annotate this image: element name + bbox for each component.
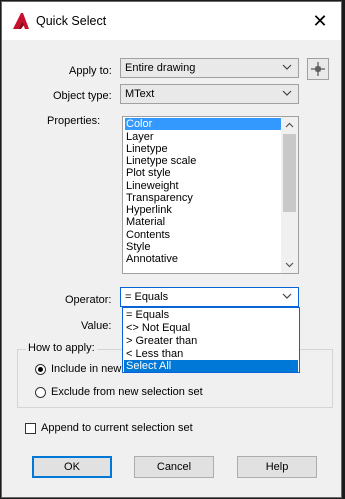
scrollbar-thumb[interactable] — [283, 134, 296, 212]
title-bar: Quick Select ✕ — [2, 2, 341, 40]
autocad-a-icon — [13, 13, 29, 29]
property-item-color[interactable]: Color — [125, 118, 281, 130]
append-checkbox[interactable] — [25, 423, 36, 434]
append-label[interactable]: Append to current selection set — [41, 422, 193, 434]
chevron-up-icon[interactable] — [285, 121, 294, 130]
operator-dropdown-list[interactable]: = Equals <> Not Equal > Greater than < L… — [122, 307, 300, 373]
help-button[interactable]: Help — [237, 456, 317, 478]
properties-label: Properties: — [47, 115, 101, 127]
property-item-annotative[interactable]: Annotative — [125, 253, 281, 265]
cancel-button[interactable]: Cancel — [134, 456, 214, 478]
operator-value: = Equals — [125, 291, 169, 303]
property-item-hyperlink[interactable]: Hyperlink — [125, 204, 281, 216]
property-item-lineweight[interactable]: Lineweight — [125, 180, 281, 192]
properties-scrollbar[interactable] — [281, 117, 298, 273]
properties-list[interactable]: Color Layer Linetype Linetype scale Plot… — [122, 116, 299, 274]
object-type-label: Object type: — [53, 90, 112, 102]
apply-to-label: Apply to: — [69, 65, 112, 77]
operator-option-select-all[interactable]: Select All — [124, 360, 298, 372]
operator-option-not-equal[interactable]: <> Not Equal — [124, 322, 298, 334]
apply-to-value: Entire drawing — [125, 62, 196, 74]
operator-option-greater-than[interactable]: > Greater than — [124, 335, 298, 347]
object-type-select[interactable]: MText — [120, 84, 299, 104]
property-item-contents[interactable]: Contents — [125, 229, 281, 241]
operator-select[interactable]: = Equals — [120, 287, 299, 307]
crosshair-icon — [311, 62, 325, 76]
chevron-down-icon — [282, 293, 292, 299]
property-item-plot-style[interactable]: Plot style — [125, 167, 281, 179]
close-button[interactable]: ✕ — [309, 10, 331, 32]
select-objects-button[interactable] — [307, 58, 329, 80]
property-item-layer[interactable]: Layer — [125, 131, 281, 143]
quick-select-dialog: Quick Select ✕ Apply to: Entire drawing … — [1, 1, 342, 498]
object-type-value: MText — [125, 88, 155, 100]
chevron-down-icon[interactable] — [285, 260, 294, 269]
ok-button[interactable]: OK — [32, 456, 112, 478]
property-item-style[interactable]: Style — [125, 241, 281, 253]
how-to-apply-title: How to apply: — [26, 342, 97, 354]
exclude-radio[interactable] — [35, 387, 46, 398]
value-label: Value: — [81, 320, 112, 332]
apply-to-select[interactable]: Entire drawing — [120, 58, 299, 78]
chevron-down-icon — [282, 64, 292, 70]
operator-option-equals[interactable]: = Equals — [124, 309, 298, 321]
operator-option-less-than[interactable]: < Less than — [124, 348, 298, 360]
include-radio[interactable] — [35, 364, 46, 375]
property-item-material[interactable]: Material — [125, 216, 281, 228]
property-item-linetype[interactable]: Linetype — [125, 143, 281, 155]
exclude-label[interactable]: Exclude from new selection set — [51, 386, 203, 398]
operator-label: Operator: — [65, 294, 112, 306]
chevron-down-icon — [282, 90, 292, 96]
property-item-transparency[interactable]: Transparency — [125, 192, 281, 204]
property-item-linetype-scale[interactable]: Linetype scale — [125, 155, 281, 167]
dialog-title: Quick Select — [36, 14, 107, 28]
